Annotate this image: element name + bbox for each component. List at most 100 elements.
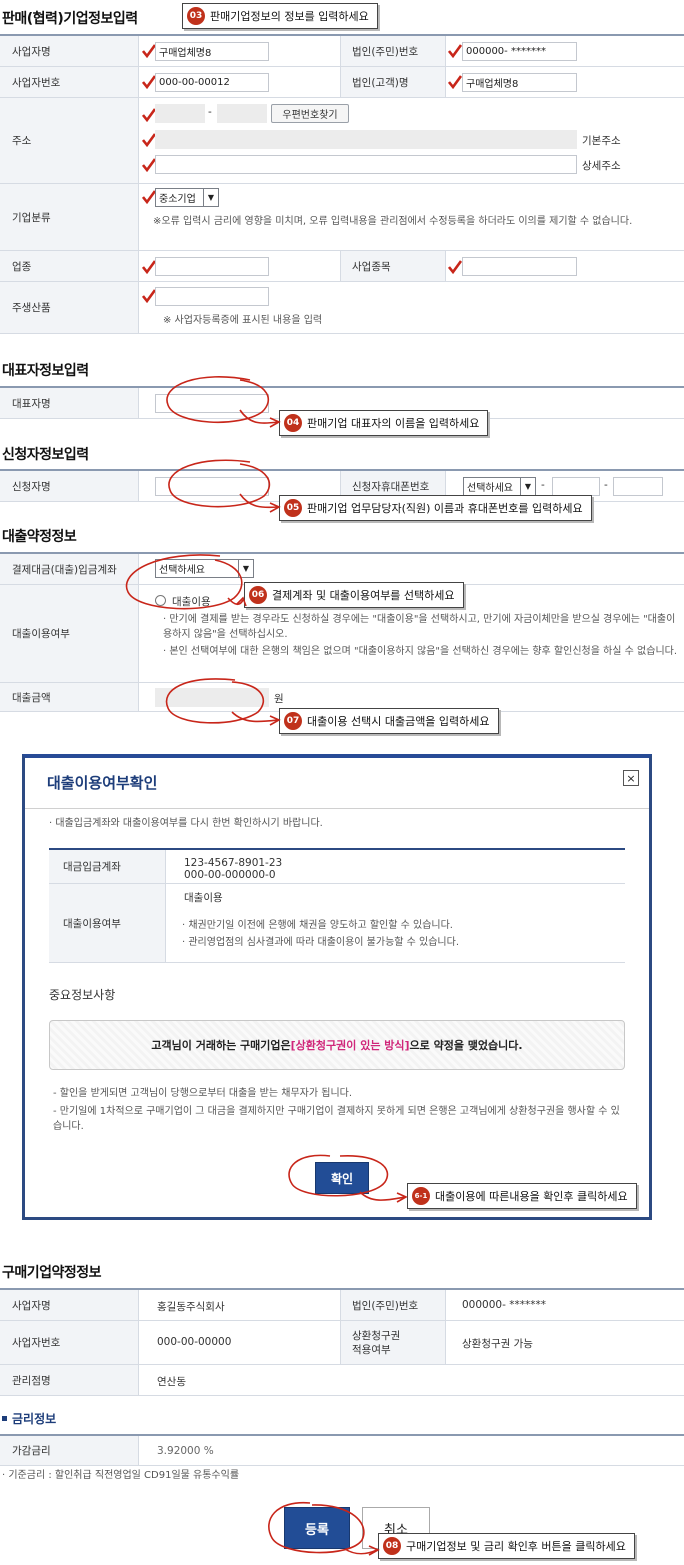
business-name-input[interactable]: 구매업체명8	[155, 42, 269, 61]
table-row: 가감금리 3.92000 %	[0, 1436, 684, 1466]
step-badge: 6-1	[412, 1187, 430, 1205]
main-product-input[interactable]	[155, 287, 269, 306]
table-row: 사업자번호 000-00-00012 법인(고객)명 구매업체명8	[0, 67, 684, 98]
loan-account-select[interactable]: 선택하세요 ▼	[155, 559, 254, 578]
confirm-button[interactable]: 확인	[315, 1162, 369, 1194]
phone-prefix-select[interactable]: 선택하세요 ▼	[463, 477, 536, 496]
representative-name-input[interactable]	[155, 394, 269, 413]
table-row: 대출이용여부 대출이용 · 채권만기일 이전에 은행에 채권을 양도하고 할인할…	[49, 884, 625, 963]
field-label: 가감금리	[0, 1436, 138, 1465]
field-label: 주소	[0, 98, 138, 183]
select-value: 중소기업	[159, 194, 196, 205]
account-number: 123-4567-8901-23	[184, 857, 283, 869]
field-label: 법인(고객)명	[340, 67, 445, 97]
biz-type-input[interactable]	[462, 257, 577, 276]
recourse-label: 상환청구권 적용여부	[340, 1321, 445, 1364]
required-check-icon	[448, 75, 462, 89]
callout-text: 대출이용에 따른내용을 확인후 클릭하세요	[435, 1190, 628, 1203]
recourse-notice-box: 고객님이 거래하는 구매기업은 [상환청구권이 있는 방식] 으로 약정을 맺었…	[49, 1020, 625, 1070]
table-row: 업종 사업종목	[0, 251, 684, 282]
industry-input[interactable]	[155, 257, 269, 276]
step-badge: 05	[284, 499, 302, 517]
annotation-arrow-head	[269, 715, 281, 726]
field-label: 대출금액	[0, 683, 138, 711]
buyer-biz-reg-value: 000-00-00000	[157, 1336, 232, 1348]
company-category-select[interactable]: 중소기업 ▼	[155, 188, 219, 207]
required-check-icon	[142, 44, 156, 58]
zip-dash: -	[208, 106, 212, 118]
zipcode-second-input[interactable]	[217, 104, 267, 123]
basic-address-input[interactable]	[155, 130, 577, 149]
zipcode-search-button[interactable]: 우편번호찾기	[271, 104, 349, 123]
required-check-icon	[142, 190, 156, 204]
main-product-note: ※ 사업자등록증에 표시된 내용을 입력	[163, 315, 323, 326]
required-check-icon	[142, 158, 156, 172]
radio-label: 대출이용	[172, 596, 211, 608]
modal-title: 대출이용여부확인	[47, 774, 158, 792]
callout-step-6-1: 6-1 대출이용에 따른내용을 확인후 클릭하세요	[407, 1183, 637, 1209]
loan-use-radio[interactable]	[155, 595, 166, 606]
corp-name-input[interactable]: 구매업체명8	[462, 73, 577, 92]
currency-unit: 원	[274, 693, 284, 705]
table-row: 주소 - 우편번호찾기 기본주소 상세주소	[0, 98, 684, 184]
field-label: 기업분류	[0, 184, 138, 250]
field-label: 사업자명	[0, 1290, 138, 1320]
loan-agreement-table: 결제대금(대출)입금계좌 선택하세요 ▼ 대출이용여부 대출이용 · 만기에 결…	[0, 552, 684, 712]
notice-text: 고객님이 거래하는 구매기업은	[151, 1039, 291, 1052]
field-label: 법인(주민)번호	[340, 36, 445, 66]
loan-use-note: · 만기에 결제를 받는 경우라도 신청하실 경우에는 "대출이용"을 선택하시…	[163, 614, 676, 640]
field-label: 대표자명	[0, 388, 138, 418]
notice-highlight: [상환청구권이 있는 방식]	[290, 1039, 410, 1052]
section-title-loan-agreement: 대출약정정보	[2, 529, 77, 545]
applicant-name-input[interactable]	[155, 477, 269, 496]
required-check-icon	[448, 260, 462, 274]
table-row: 기업분류 중소기업 ▼ ※오류 입력시 금리에 영향을 미치며, 오류 입력내용…	[0, 184, 684, 251]
submit-button[interactable]: 등록	[284, 1507, 350, 1549]
required-check-icon	[142, 260, 156, 274]
close-icon[interactable]: ×	[623, 770, 639, 786]
table-row: 사업자명 홍길동주식회사 법인(주민)번호 000000- *******	[0, 1290, 684, 1321]
table-row: 대금입금계좌 123-4567-8901-23 000-00-000000-0	[49, 850, 625, 884]
zipcode-first-input[interactable]	[155, 104, 205, 123]
detail-address-input[interactable]	[155, 155, 577, 174]
callout-step-05: 05 판매기업 업무담당자(직원) 이름과 휴대폰번호를 입력하세요	[279, 495, 592, 521]
field-label: 업종	[0, 251, 138, 281]
loan-amount-input[interactable]	[155, 688, 269, 707]
basic-address-label: 기본주소	[582, 135, 621, 147]
field-label: 사업자명	[0, 36, 138, 66]
section-title-seller-info: 판매(협력)기업정보입력	[2, 11, 138, 27]
rate-note: · 기준금리 : 할인취급 직전영업일 CD91일물 유통수익률	[2, 1470, 240, 1481]
annotation-arrow-head	[269, 502, 281, 513]
field-label: 사업자번호	[0, 1321, 138, 1364]
callout-step-07: 07 대출이용 선택시 대출금액을 입력하세요	[279, 708, 499, 734]
callout-text: 구매기업정보 및 금리 확인후 버튼을 클릭하세요	[406, 1540, 626, 1553]
annotation-arrow	[231, 711, 279, 723]
required-check-icon	[142, 108, 156, 122]
annotation-arrow	[344, 1548, 378, 1555]
phone-dash: -	[541, 479, 545, 491]
annotation-arrow-head	[269, 417, 281, 428]
modal-confirm-table: 대금입금계좌 123-4567-8901-23 000-00-000000-0 …	[49, 848, 625, 964]
table-row: 사업자명 구매업체명8 법인(주민)번호 000000- *******	[0, 36, 684, 67]
biz-reg-no-input[interactable]: 000-00-00012	[155, 73, 269, 92]
select-value: 선택하세요	[467, 483, 513, 494]
step-badge: 08	[383, 1537, 401, 1555]
callout-text: 대출이용 선택시 대출금액을 입력하세요	[307, 715, 490, 728]
corp-no-input[interactable]: 000000- *******	[462, 42, 577, 61]
select-value: 선택하세요	[159, 565, 205, 576]
bullet-square-icon	[2, 1416, 7, 1421]
phone-last-input[interactable]	[613, 477, 663, 496]
field-label: 사업종목	[340, 251, 445, 281]
callout-step-08: 08 구매기업정보 및 금리 확인후 버튼을 클릭하세요	[378, 1533, 635, 1559]
field-label: 관리점명	[0, 1365, 138, 1395]
buyer-corp-no-value: 000000- *******	[462, 1299, 546, 1311]
table-row: 주생산품 ※ 사업자등록증에 표시된 내용을 입력	[0, 282, 684, 334]
buyer-agreement-table: 사업자명 홍길동주식회사 법인(주민)번호 000000- ******* 사업…	[0, 1288, 684, 1396]
field-label: 대금입금계좌	[49, 850, 165, 883]
callout-step-04: 04 판매기업 대표자의 이름을 입력하세요	[279, 410, 489, 436]
callout-text: 판매기업 대표자의 이름을 입력하세요	[307, 417, 480, 430]
modal-note: - 할인을 받게되면 고객님이 당행으로부터 대출을 받는 채무자가 됩니다.	[53, 1088, 353, 1099]
loan-confirm-modal: 대출이용여부확인 × · 대출입금계좌와 대출이용여부를 다시 한번 확인하시기…	[22, 754, 652, 1220]
phone-middle-input[interactable]	[552, 477, 600, 496]
table-row: 결제대금(대출)입금계좌 선택하세요 ▼	[0, 554, 684, 585]
